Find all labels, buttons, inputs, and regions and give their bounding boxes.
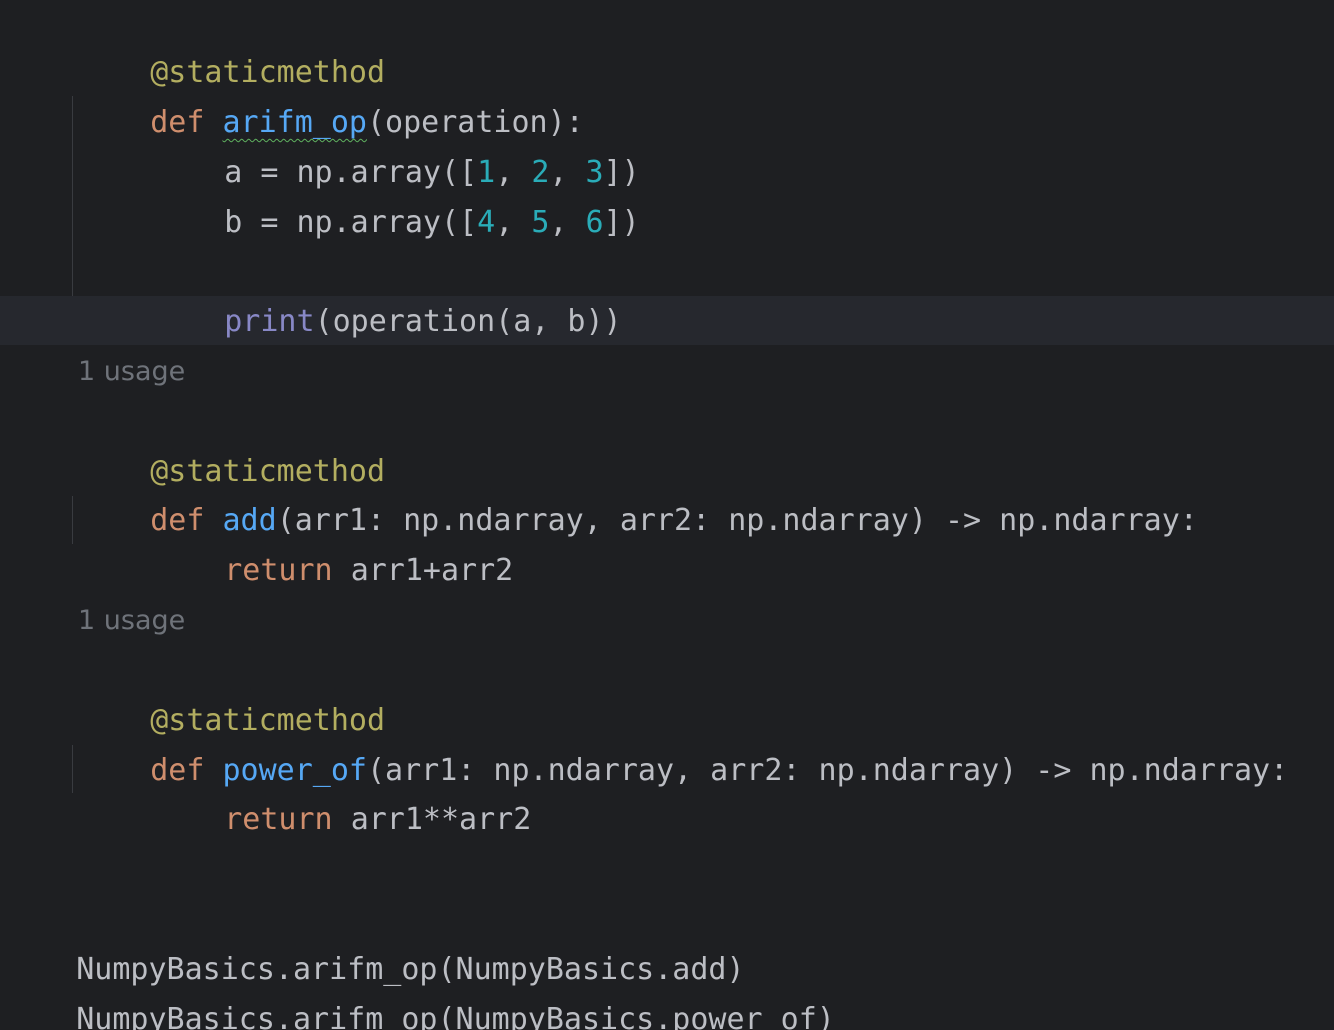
code-text: NumpyBasics.arifm_op(NumpyBasics.power_o… bbox=[76, 1002, 835, 1030]
code-text: b = np.array([ bbox=[224, 205, 478, 240]
usage-hint[interactable]: 1 usage bbox=[78, 596, 185, 646]
code-line-return-add[interactable]: return arr1+arr2 bbox=[152, 496, 513, 588]
keyword-token: return bbox=[224, 802, 351, 837]
code-text: (operation(a, b)) bbox=[314, 304, 622, 339]
code-text: ]) bbox=[603, 205, 640, 240]
code-text: arr1**arr2 bbox=[350, 802, 532, 837]
code-line-array-b[interactable]: b = np.array([4, 5, 6]) bbox=[152, 148, 639, 240]
indent-guide bbox=[72, 496, 73, 544]
code-line-call-power-of[interactable]: NumpyBasics.arifm_op(NumpyBasics.power_o… bbox=[4, 945, 835, 1030]
number-token: 6 bbox=[585, 205, 604, 240]
code-line-def-power-of[interactable]: def power_of(arr1: np.ndarray, arr2: np.… bbox=[78, 696, 1288, 788]
usage-hint[interactable]: 1 usage bbox=[78, 347, 185, 397]
code-line-decorator[interactable]: @staticmethod bbox=[78, 646, 385, 738]
code-line-call-add[interactable]: NumpyBasics.arifm_op(NumpyBasics.add) bbox=[4, 895, 744, 987]
code-line-decorator[interactable]: @staticmethod bbox=[78, 0, 385, 90]
code-text: , bbox=[495, 205, 532, 240]
keyword-token: return bbox=[224, 553, 351, 588]
indent-guide bbox=[72, 745, 73, 793]
indent-guide bbox=[72, 96, 73, 296]
code-line-print[interactable]: print(operation(a, b)) bbox=[152, 247, 621, 339]
code-line-array-a[interactable]: a = np.array([1, 2, 3]) bbox=[152, 98, 639, 190]
number-token: 5 bbox=[531, 205, 550, 240]
code-text: arr1+arr2 bbox=[350, 553, 514, 588]
code-line-return-power[interactable]: return arr1**arr2 bbox=[152, 745, 531, 837]
code-text: , bbox=[549, 205, 586, 240]
code-line-decorator[interactable]: @staticmethod bbox=[78, 397, 385, 489]
number-token: 4 bbox=[477, 205, 496, 240]
builtin-token: print bbox=[224, 304, 315, 339]
code-line-def-arifm-op[interactable]: def arifm_op(operation): bbox=[78, 48, 584, 140]
code-editor[interactable]: @staticmethod def arifm_op(operation): a… bbox=[0, 0, 1334, 1030]
code-line-def-add[interactable]: def add(arr1: np.ndarray, arr2: np.ndarr… bbox=[78, 446, 1198, 538]
